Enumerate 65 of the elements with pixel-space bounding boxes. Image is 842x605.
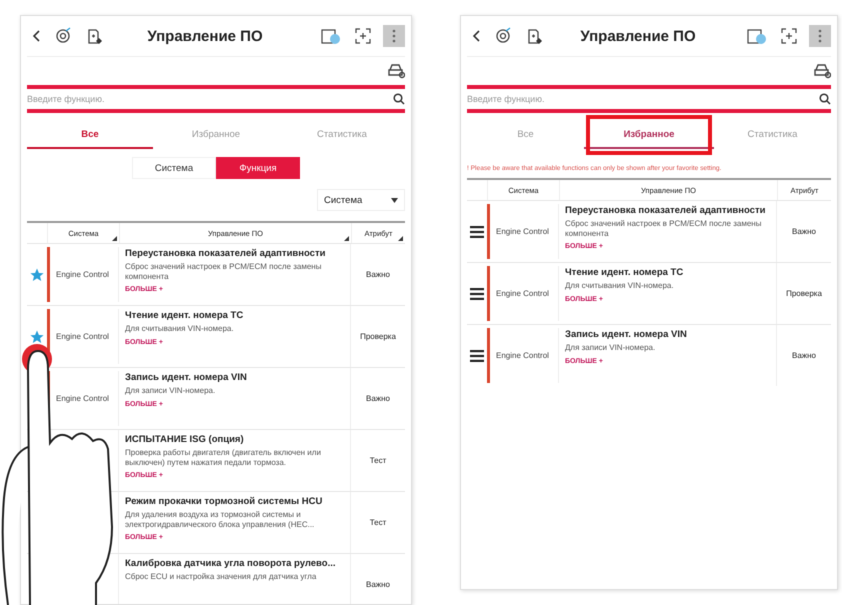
function-description: Сброс значений настроек в PCM/ECM после замены компонента: [565, 219, 762, 238]
function-title: Режим прокачки тормозной системы HCU: [125, 496, 324, 507]
back-icon[interactable]: [33, 30, 41, 42]
system-name: Engine Control: [56, 270, 109, 279]
screen-title: Управление ПО: [146, 28, 264, 44]
caret-icon: [391, 198, 398, 202]
scan-plus-icon[interactable]: [781, 28, 797, 44]
segment-button[interactable]: Система: [132, 157, 216, 179]
sort-icon: [398, 236, 403, 241]
search-icon[interactable]: [393, 93, 405, 105]
attribute-text: Тест: [370, 518, 386, 527]
system-dropdown[interactable]: Система: [317, 189, 405, 211]
scan-plus-icon[interactable]: [355, 28, 371, 44]
more-menu-button[interactable]: [383, 25, 405, 47]
tab[interactable]: Избранное: [584, 121, 714, 149]
function-title: Чтение идент. номера ТС: [125, 310, 244, 321]
function-description: Для записи VIN-номера.: [125, 386, 216, 396]
function-description: Сброс ECU и настройка значения для датчика угла: [125, 572, 318, 582]
car-icon[interactable]: [813, 63, 831, 79]
function-title: Запись идент. номера VIN: [565, 329, 688, 340]
drag-handle-icon[interactable]: [470, 288, 484, 300]
function-title: Переустановка показателей адаптивности: [565, 205, 766, 216]
search-field[interactable]: Введите функцию.: [27, 94, 393, 104]
attribute-text: Важно: [366, 394, 390, 403]
function-description: Сброс значений настроек в PCM/ECM после замены компонента: [125, 262, 322, 282]
attribute-text: Важно: [792, 227, 816, 236]
attribute-text: Важно: [366, 270, 390, 279]
system-name: Engine Control: [56, 394, 109, 403]
function-description: Для считывания VIN-номера.: [125, 324, 235, 334]
kebab-icon: [818, 29, 822, 43]
drag-handle-icon[interactable]: [470, 226, 484, 238]
back-icon[interactable]: [473, 30, 481, 42]
attribute-text: Проверка: [360, 332, 396, 341]
drag-handle-icon[interactable]: [470, 350, 484, 362]
attribute-text: Важно: [792, 351, 816, 360]
function-title: Калибровка датчика угла поворота рулево...: [125, 558, 336, 569]
attribute-text: Важно: [366, 580, 390, 589]
attribute-text: Проверка: [786, 289, 822, 298]
function-description: Проверка работы двигателя (двигатель включен или выключен) путем нажатия педали тормоза.: [125, 448, 322, 468]
more-menu-button[interactable]: [809, 25, 831, 47]
function-title: ИСПЫТАНИЕ ISG (опция): [125, 434, 245, 445]
star-icon[interactable]: [30, 330, 44, 344]
function-description: Для записи VIN-номера.: [565, 343, 656, 353]
car-icon[interactable]: [387, 63, 405, 79]
search-field[interactable]: Введите функцию.: [467, 94, 819, 104]
document-plus-icon[interactable]: [527, 27, 543, 45]
sort-icon: [112, 236, 117, 241]
function-title: Переустановка показателей адаптивности: [125, 248, 326, 259]
search-icon[interactable]: [819, 93, 831, 105]
system-name: Engine Control: [496, 351, 549, 360]
function-title: Чтение идент. номера ТС: [565, 267, 684, 278]
function-title: Запись идент. номера VIN: [125, 372, 248, 383]
sort-icon: [344, 236, 349, 241]
function-description: Для удаления воздуха из тормозной системы и электрогидравлического блока управления (HEC...: [125, 510, 316, 530]
attribute-text: Тест: [370, 456, 386, 465]
system-name: Engine Control: [496, 289, 549, 298]
system-name: Engine Control: [496, 227, 549, 236]
system-name: Engine Control: [56, 332, 109, 341]
star-icon[interactable]: [30, 268, 44, 282]
function-description: Для считывания VIN-номера.: [565, 281, 675, 291]
document-plus-icon[interactable]: [87, 27, 103, 45]
kebab-icon: [392, 29, 396, 43]
segment-button[interactable]: Функция: [216, 157, 300, 179]
screen-title: Управление ПО: [579, 28, 697, 44]
tab[interactable]: Все: [27, 121, 153, 149]
